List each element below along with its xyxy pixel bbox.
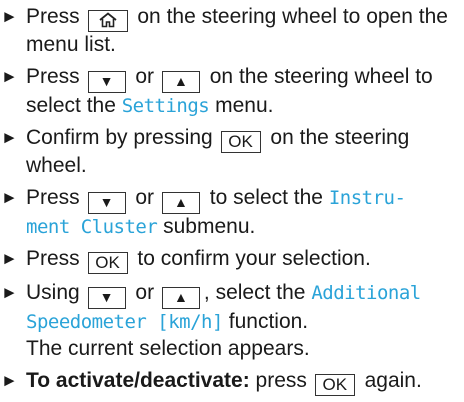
step-bullet: ► bbox=[1, 128, 18, 147]
instruction-page: ► Press on the steering wheel to open th… bbox=[0, 0, 464, 396]
submenu-name-part-2: ment Cluster bbox=[26, 215, 158, 238]
step-select-submenu: ► Press ▼ or ▲ to select the Instru- men… bbox=[0, 185, 462, 241]
step-text: Using bbox=[26, 281, 80, 304]
down-key: ▼ bbox=[87, 287, 126, 309]
step-heading: To activate/deactivate: bbox=[26, 369, 250, 392]
step-text: function. bbox=[228, 310, 309, 333]
step-select-function: ► Using ▼ or ▲, select the Additional Sp… bbox=[0, 280, 462, 361]
step-text: or bbox=[135, 185, 155, 209]
step-confirm-selection: ► Press OK to confirm your selection. bbox=[0, 246, 462, 274]
ok-key: OK bbox=[87, 252, 128, 274]
step-select-settings: ► Press ▼ or ▲ on the steering wheel to … bbox=[0, 64, 462, 120]
step-text: Press bbox=[26, 247, 80, 270]
step-text: to select the bbox=[209, 185, 323, 209]
step-text: Press bbox=[26, 185, 80, 209]
step-bullet: ► bbox=[1, 283, 18, 302]
step-bullet: ► bbox=[1, 187, 18, 207]
step-text: menu. bbox=[215, 93, 274, 117]
home-icon bbox=[98, 12, 117, 28]
function-name-part-1: Additional bbox=[311, 282, 421, 304]
home-key bbox=[87, 10, 128, 32]
step-text: press bbox=[255, 369, 307, 392]
up-key: ▲ bbox=[161, 287, 200, 309]
submenu-name-part-1: Instru- bbox=[328, 186, 406, 209]
step-text: to confirm your selection. bbox=[137, 247, 371, 270]
down-key: ▼ bbox=[87, 70, 126, 93]
step-text: again. bbox=[364, 369, 422, 392]
up-key: ▲ bbox=[161, 70, 200, 93]
step-text: or bbox=[135, 64, 155, 88]
step-activate-deactivate: ► To activate/deactivate: press OK again… bbox=[0, 368, 462, 396]
step-text: Press bbox=[26, 5, 80, 28]
ok-key: OK bbox=[220, 131, 261, 153]
step-confirm: ► Confirm by pressing OK on the steering… bbox=[0, 125, 462, 179]
step-text: or bbox=[135, 281, 155, 304]
step-open-menu: ► Press on the steering wheel to open th… bbox=[0, 4, 462, 58]
step-bullet: ► bbox=[1, 249, 18, 268]
instruction-steps: ► Press on the steering wheel to open th… bbox=[0, 4, 462, 402]
step-text: , select the bbox=[203, 281, 306, 304]
step-text: Confirm by pressing bbox=[26, 126, 213, 149]
menu-name: Settings bbox=[121, 94, 210, 117]
step-bullet: ► bbox=[1, 371, 18, 390]
step-text: submenu. bbox=[163, 214, 256, 238]
down-key: ▼ bbox=[87, 191, 126, 214]
step-bullet: ► bbox=[1, 66, 18, 86]
ok-key: OK bbox=[314, 374, 355, 396]
step-bullet: ► bbox=[1, 7, 18, 26]
up-key: ▲ bbox=[161, 191, 200, 214]
result-note: The current selection appears. bbox=[26, 336, 310, 360]
function-name-part-2: Speedometer [km/h] bbox=[26, 311, 223, 333]
step-text: Press bbox=[26, 64, 80, 88]
